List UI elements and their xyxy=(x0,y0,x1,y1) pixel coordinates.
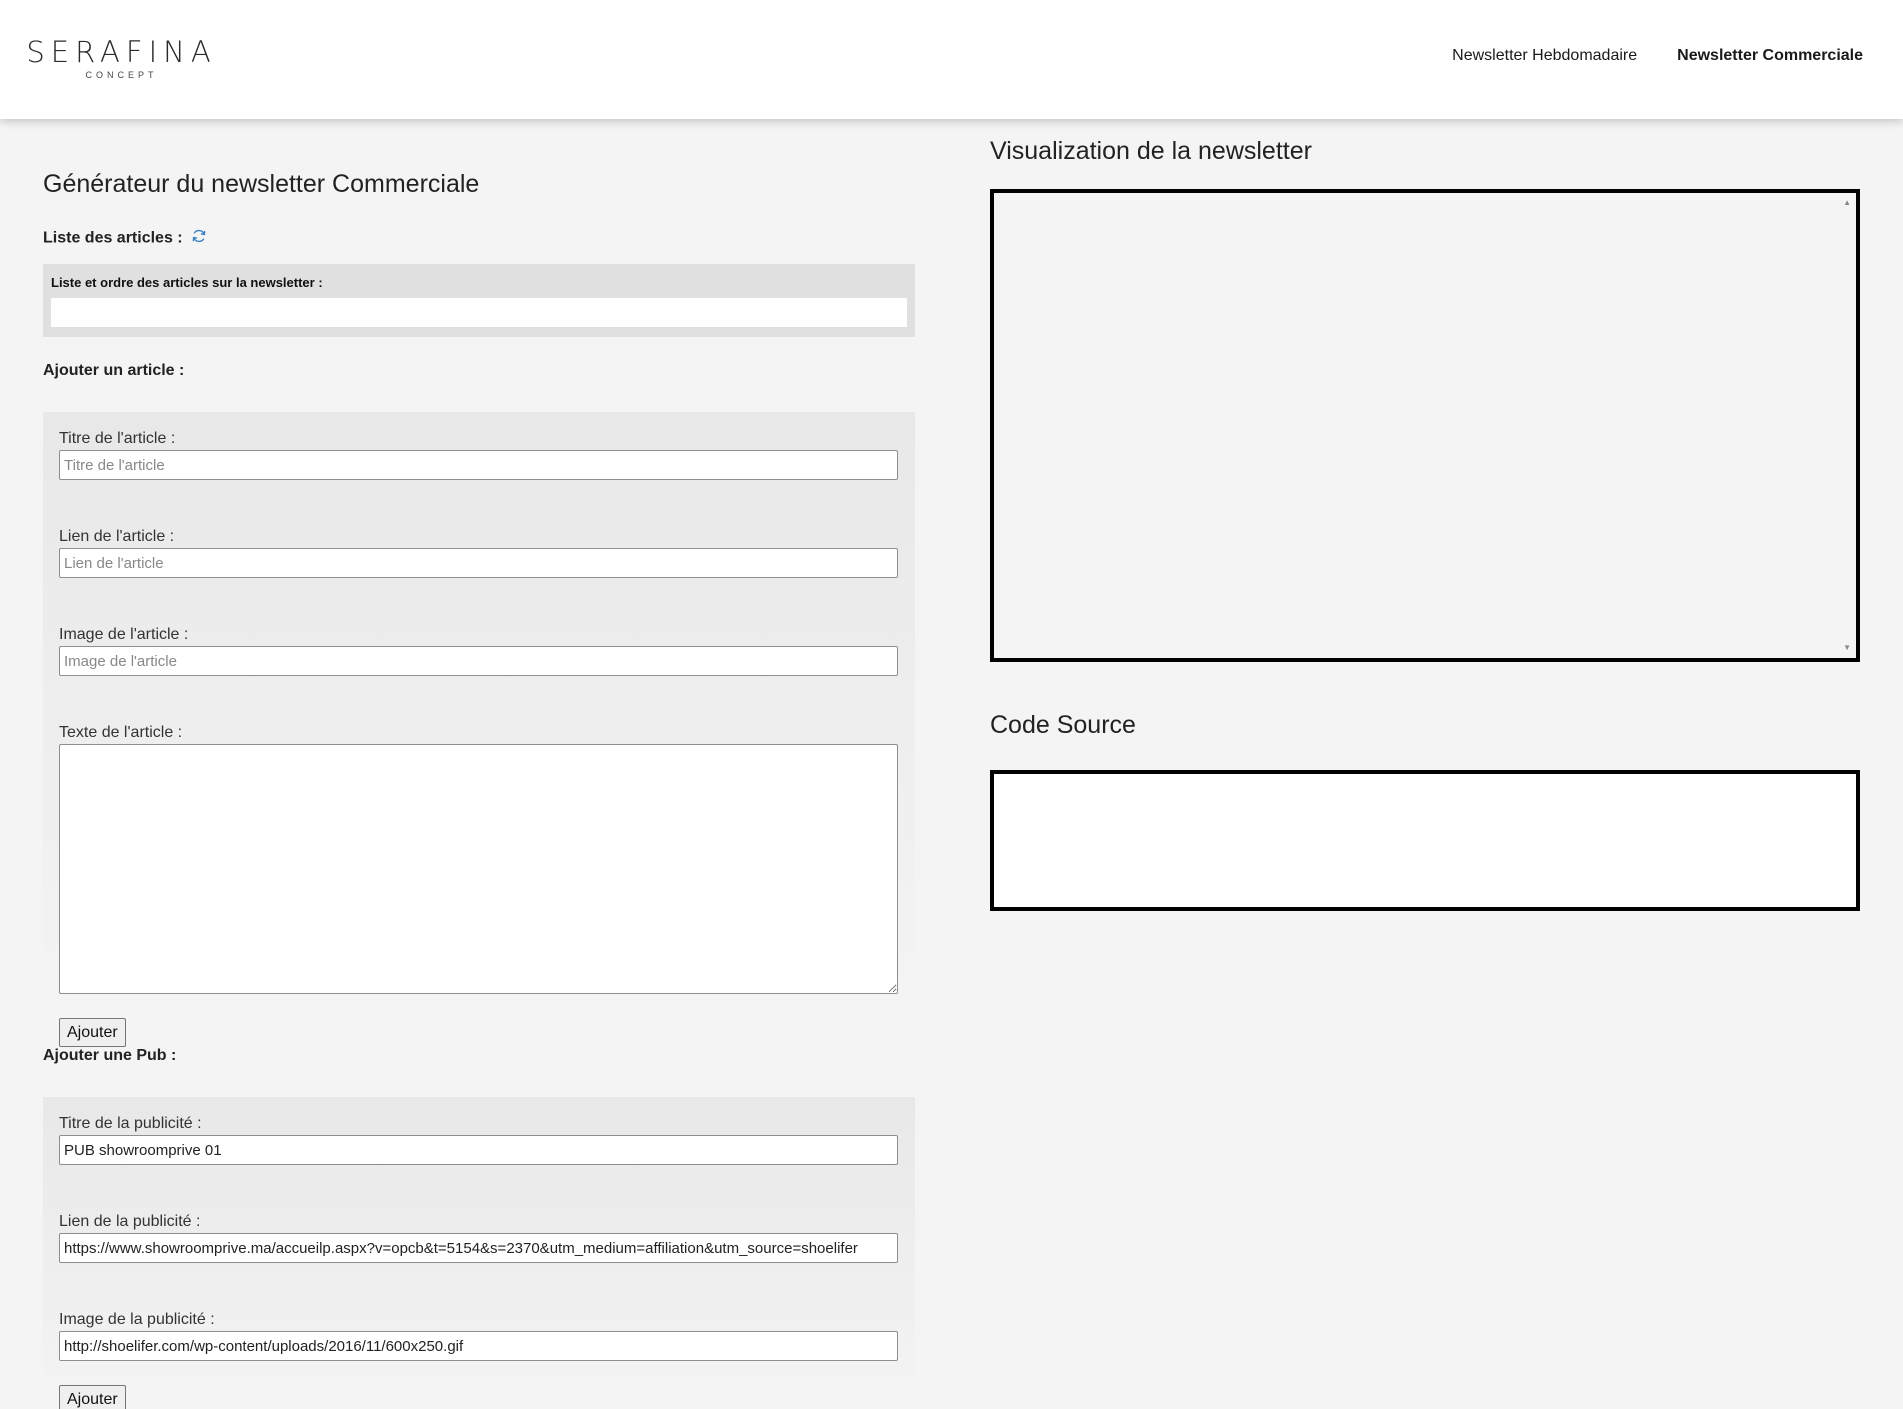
add-article-button[interactable]: Ajouter xyxy=(59,1018,126,1047)
serafina-logo[interactable]: SERAFINA CONCEPT xyxy=(19,36,224,80)
scroll-up-icon[interactable]: ▲ xyxy=(1843,199,1851,207)
article-title-input[interactable] xyxy=(59,450,898,480)
logo-main-text: SERAFINA xyxy=(26,35,217,69)
page-title: Générateur du newsletter Commerciale xyxy=(43,170,480,198)
top-header: SERAFINA CONCEPT Newsletter Hebdomadaire… xyxy=(0,0,1903,119)
source-title: Code Source xyxy=(990,711,1136,739)
nav-newsletter-hebdomadaire[interactable]: Newsletter Hebdomadaire xyxy=(1452,47,1637,65)
pub-title-label: Titre de la publicité : xyxy=(59,1115,202,1132)
article-image-label: Image de l'article : xyxy=(59,626,189,643)
add-pub-label: Ajouter une Pub : xyxy=(43,1047,177,1064)
pub-title-input[interactable] xyxy=(59,1135,898,1165)
add-pub-button[interactable]: Ajouter xyxy=(59,1385,126,1409)
article-link-input[interactable] xyxy=(59,548,898,578)
article-text-label: Texte de l'article : xyxy=(59,724,183,741)
pub-link-label: Lien de la publicité : xyxy=(59,1213,201,1230)
scroll-down-icon[interactable]: ▼ xyxy=(1843,644,1851,652)
add-article-panel: Titre de l'article : Lien de l'article :… xyxy=(43,412,915,1047)
add-pub-panel: Titre de la publicité : Lien de la publi… xyxy=(43,1097,915,1409)
logo-sub-text: CONCEPT xyxy=(85,70,158,80)
preview-title: Visualization de la newsletter xyxy=(990,137,1312,165)
add-article-label: Ajouter un article : xyxy=(43,362,185,379)
nav-newsletter-commerciale[interactable]: Newsletter Commerciale xyxy=(1677,47,1863,65)
preview-scrollbar[interactable]: ▲ ▼ xyxy=(1839,193,1856,658)
article-image-input[interactable] xyxy=(59,646,898,676)
articles-order-box: Liste et ordre des articles sur la newsl… xyxy=(43,264,915,337)
article-link-label: Lien de l'article : xyxy=(59,528,175,545)
pub-link-input[interactable] xyxy=(59,1233,898,1263)
articles-order-label: Liste et ordre des articles sur la newsl… xyxy=(51,275,323,290)
articles-list-label-row: Liste des articles : xyxy=(43,228,207,249)
refresh-icon[interactable] xyxy=(191,228,207,249)
pub-image-label: Image de la publicité : xyxy=(59,1311,215,1328)
article-title-label: Titre de l'article : xyxy=(59,430,176,447)
newsletter-preview-frame[interactable]: ▲ ▼ xyxy=(990,189,1860,662)
pub-image-input[interactable] xyxy=(59,1331,898,1361)
main-nav: Newsletter Hebdomadaire Newsletter Comme… xyxy=(1452,47,1863,65)
articles-order-list[interactable] xyxy=(51,298,907,327)
source-code-box[interactable] xyxy=(990,770,1860,911)
articles-list-label: Liste des articles : xyxy=(43,229,183,247)
article-text-input[interactable] xyxy=(59,744,898,994)
